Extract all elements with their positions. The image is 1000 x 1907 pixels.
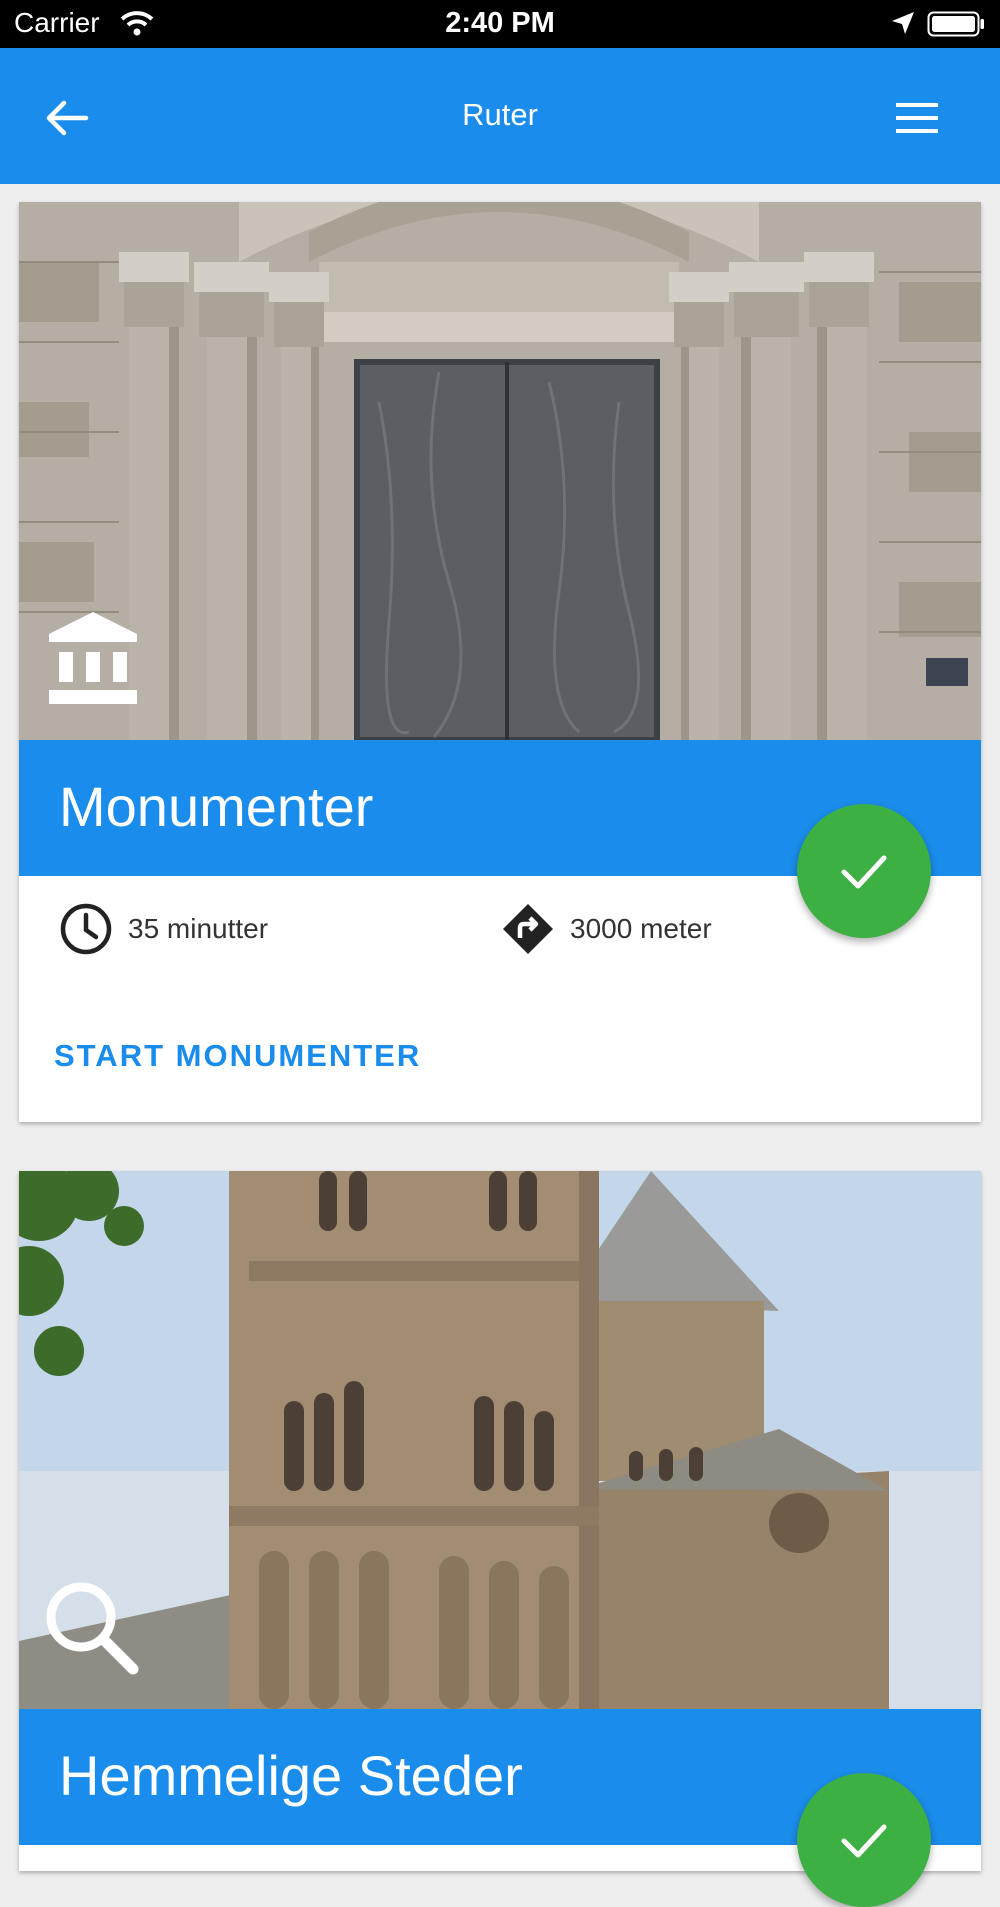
route-name: Hemmelige Steder	[59, 1744, 523, 1807]
directions-icon	[503, 904, 553, 954]
cathedral-door-photo	[19, 202, 981, 740]
distance-text: 3000 meter	[570, 913, 712, 944]
route-card: Hemmelige Steder	[19, 1171, 981, 1907]
page-title: Ruter	[462, 97, 538, 132]
hamburger-menu-icon[interactable]	[894, 100, 940, 136]
location-arrow-icon	[892, 12, 914, 34]
app-bar: Ruter	[0, 48, 1000, 184]
search-icon	[46, 1582, 139, 1675]
route-card: Monumenter 35 minutter 3000 meter START …	[19, 202, 981, 1122]
duration-text: 35 minutter	[128, 913, 269, 944]
route-distance: 3000 meter	[501, 902, 861, 962]
check-icon	[841, 855, 887, 889]
start-route-button[interactable]: START MONUMENTER	[54, 1038, 421, 1074]
battery-icon	[927, 11, 984, 37]
status-time: 2:40 PM	[445, 7, 555, 39]
clock-icon	[60, 903, 112, 955]
museum-icon	[49, 612, 137, 704]
status-bar: Carrier 2:40 PM	[0, 0, 1000, 48]
route-name: Monumenter	[59, 775, 374, 838]
check-icon	[841, 1824, 887, 1858]
completed-button[interactable]	[797, 1773, 931, 1907]
route-duration: 35 minutter	[59, 902, 419, 962]
church-towers-photo	[19, 1171, 981, 1709]
